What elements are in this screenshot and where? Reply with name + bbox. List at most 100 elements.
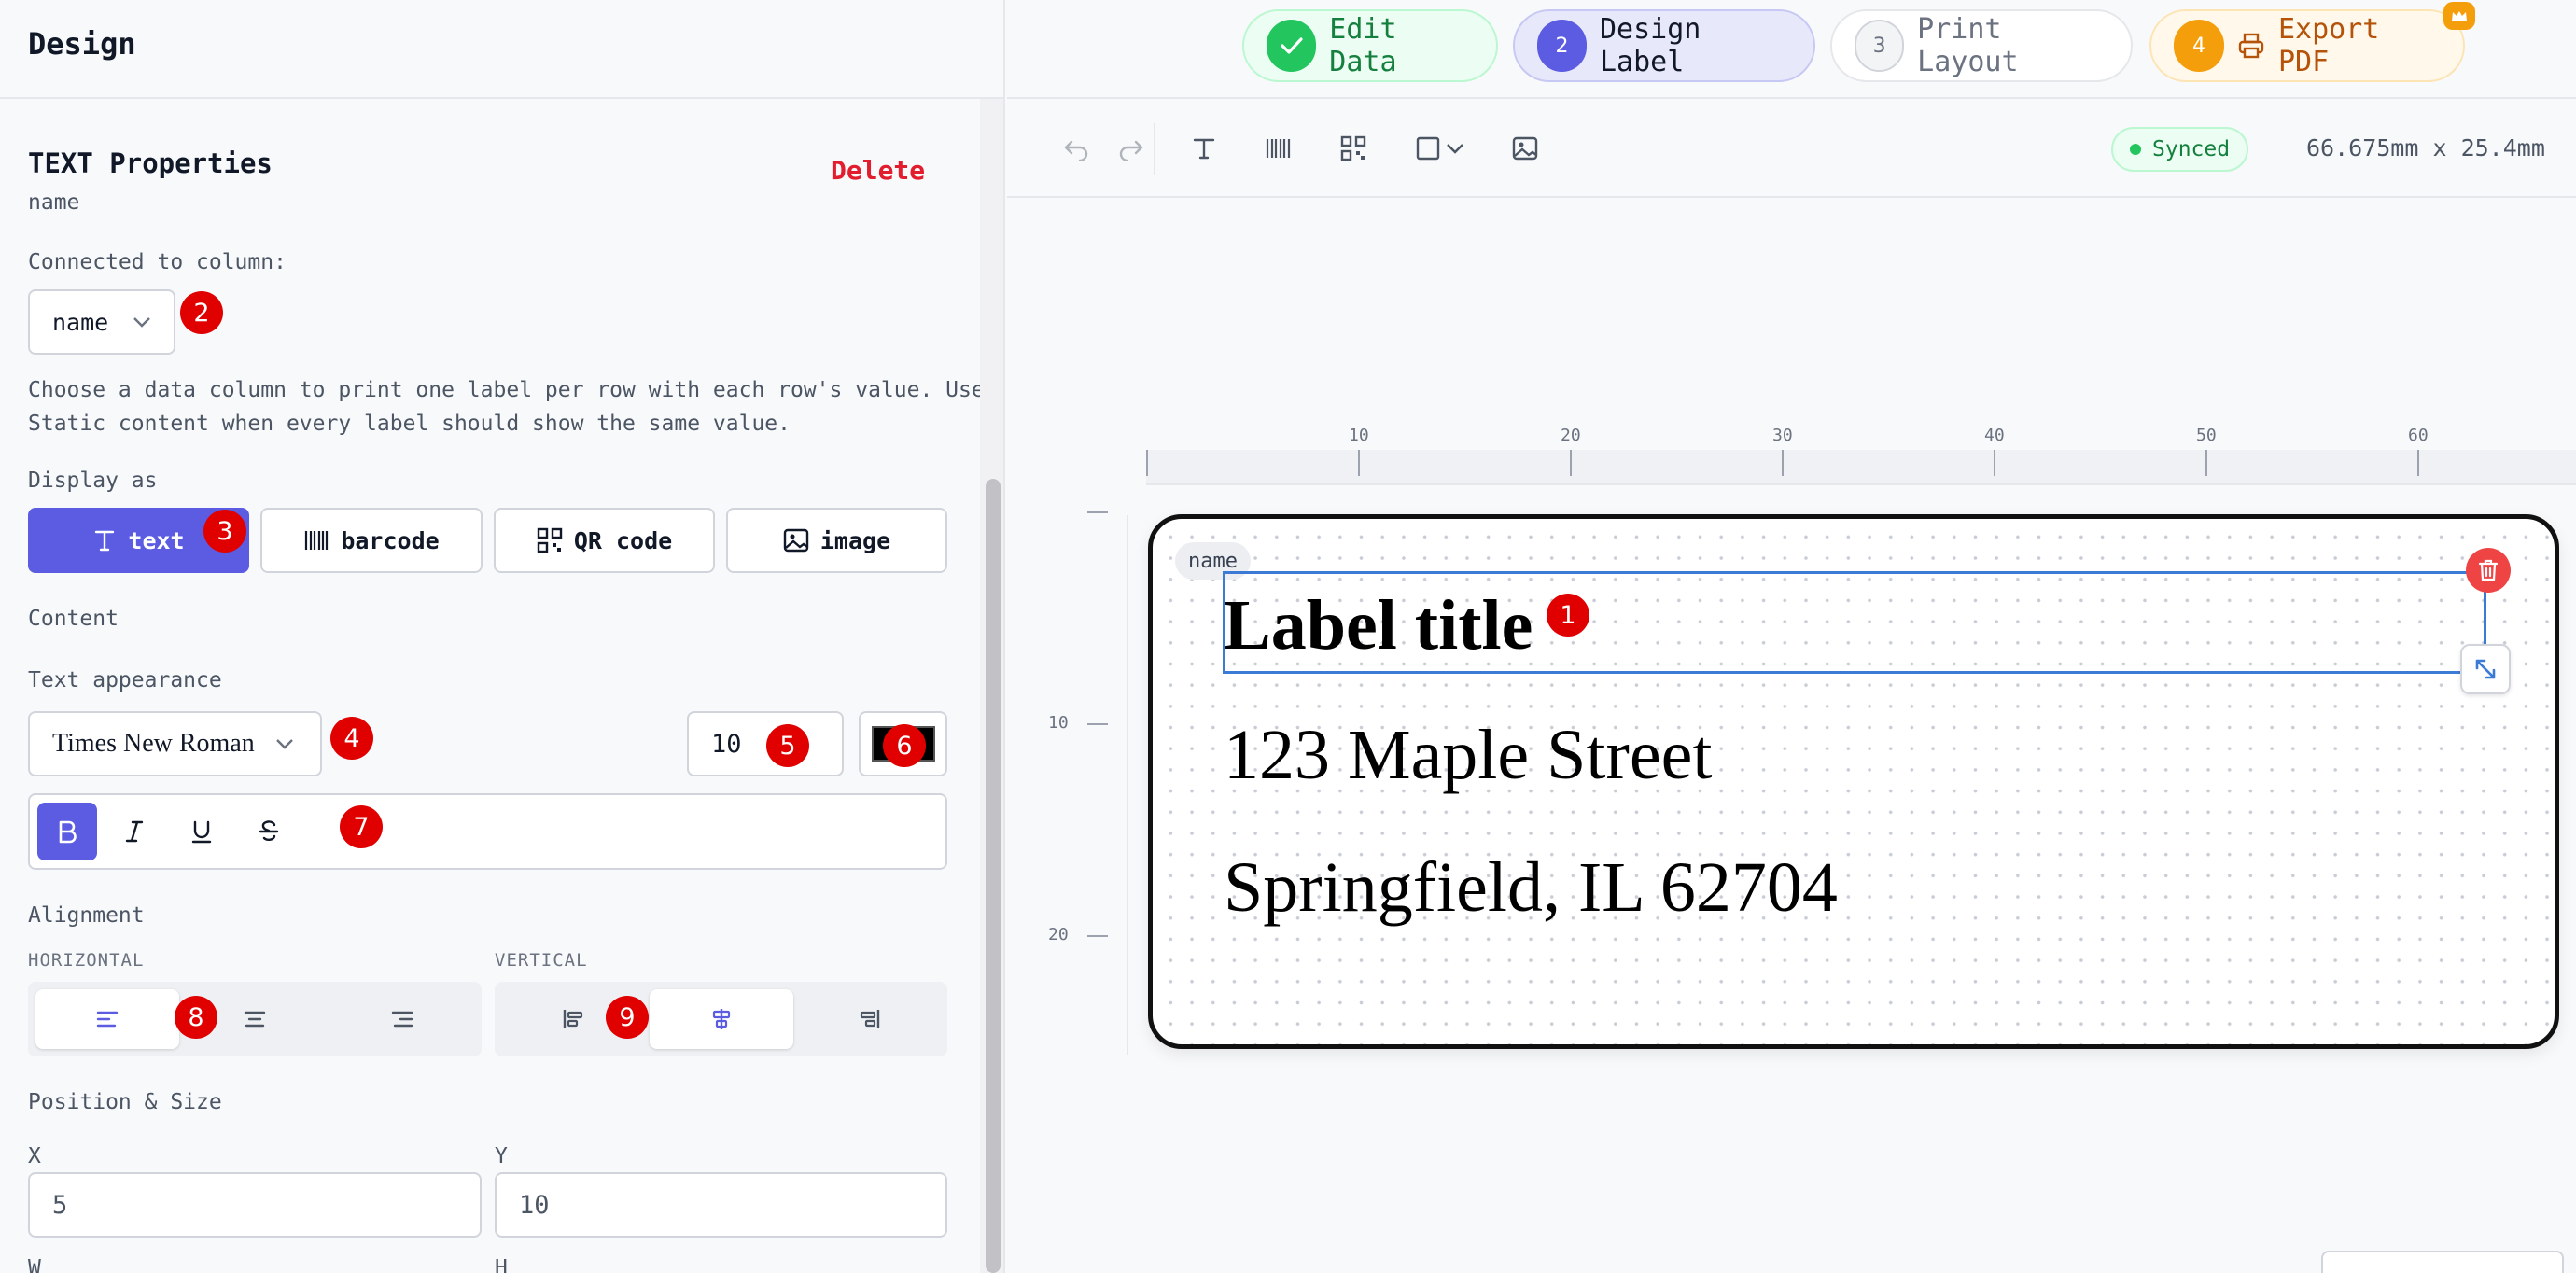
align-middle-icon: [709, 1007, 734, 1031]
column-select[interactable]: name: [28, 289, 175, 355]
step-design-label[interactable]: 2 Design Label: [1513, 9, 1815, 82]
ruler-tick: [1087, 723, 1108, 725]
h-label: H: [495, 1256, 508, 1273]
redo-icon[interactable]: [1112, 129, 1151, 168]
font-size-value: 10: [711, 729, 742, 759]
y-value: 10: [519, 1190, 550, 1220]
add-image-icon[interactable]: [1505, 129, 1545, 168]
x-label: X: [28, 1144, 41, 1168]
premium-crown-icon: [2443, 2, 2475, 30]
strikethrough-icon: [258, 819, 280, 844]
column-help-text: Choose a data column to print one label …: [28, 373, 985, 441]
label-line-city[interactable]: Springfield, IL 62704: [1224, 843, 1838, 932]
resize-handle[interactable]: [2460, 644, 2511, 694]
annotation-badge-4: 4: [330, 717, 373, 760]
connected-label: Connected to column:: [28, 250, 287, 274]
shape-menu-chevron-icon[interactable]: [1441, 129, 1469, 168]
step-edit-data-label: Edit Data: [1329, 13, 1397, 78]
bold-button[interactable]: [37, 803, 97, 860]
annotation-badge-2: 2: [180, 291, 223, 334]
chevron-down-icon: [275, 738, 294, 749]
undo-icon[interactable]: [1057, 129, 1096, 168]
italic-icon: [123, 819, 146, 844]
strikethrough-button[interactable]: [239, 803, 299, 860]
annotation-badge-9: 9: [606, 996, 649, 1039]
italic-button[interactable]: [105, 803, 164, 860]
zoom-panel[interactable]: [2321, 1251, 2564, 1273]
ruler-tick: [1358, 450, 1360, 476]
display-as-label: Display as: [28, 469, 158, 493]
toolbar-divider: [1154, 123, 1155, 175]
panel-title: Design: [28, 26, 136, 62]
column-select-value: name: [52, 308, 109, 336]
display-image-button[interactable]: image: [726, 508, 947, 573]
ruler-label-40: 40: [1984, 426, 2005, 445]
align-right-button[interactable]: [330, 989, 474, 1049]
add-text-icon[interactable]: [1184, 129, 1224, 168]
alignment-label: Alignment: [28, 903, 145, 928]
wizard-steps: Edit Data 2 Design Label 3 Print Layout …: [1007, 0, 2576, 99]
properties-title: TEXT Properties: [28, 147, 273, 179]
bold-icon: [56, 819, 78, 844]
label-line-street[interactable]: 123 Maple Street: [1224, 710, 1712, 800]
step-print-layout[interactable]: 3 Print Layout: [1830, 9, 2133, 82]
sync-dot-icon: [2130, 144, 2141, 155]
align-top-icon: [562, 1007, 586, 1031]
resize-diagonal-icon: [2473, 657, 2498, 681]
annotation-badge-1: 1: [1547, 594, 1589, 636]
ruler-tick: [1994, 450, 1995, 476]
display-image-label: image: [819, 526, 891, 554]
ruler-label-left-20: 20: [1048, 925, 1069, 944]
delete-button[interactable]: Delete: [831, 155, 925, 186]
top-ruler: [1146, 450, 2576, 485]
display-barcode-label: barcode: [341, 526, 440, 554]
display-barcode-button[interactable]: barcode: [260, 508, 483, 573]
align-left-icon: [95, 1009, 119, 1029]
add-barcode-icon[interactable]: [1259, 129, 1298, 168]
step-export-number: 4: [2174, 20, 2224, 72]
step-export-pdf-label: Export PDF: [2277, 13, 2380, 78]
sync-status-badge: Synced: [2111, 127, 2249, 172]
underline-button[interactable]: [172, 803, 231, 860]
font-size-input[interactable]: 10: [687, 711, 844, 776]
step-edit-data[interactable]: Edit Data: [1242, 9, 1498, 82]
font-family-select[interactable]: Times New Roman: [28, 711, 322, 776]
x-value: 5: [52, 1190, 68, 1220]
horizontal-align-group: [28, 982, 482, 1056]
design-workspace: Edit Data 2 Design Label 3 Print Layout …: [1007, 0, 2576, 1273]
align-left-button[interactable]: [35, 989, 179, 1049]
align-center-icon: [243, 1009, 267, 1029]
scrollbar-thumb[interactable]: [986, 479, 1001, 1273]
ruler-tick: [1146, 450, 1148, 476]
ruler-tick: [1570, 450, 1572, 476]
ruler-tick: [2205, 450, 2207, 476]
y-input[interactable]: 10: [495, 1172, 947, 1238]
step-design-number: 2: [1537, 20, 1587, 72]
display-qr-label: QR code: [573, 526, 673, 554]
align-middle-button[interactable]: [650, 989, 793, 1049]
vertical-label: VERTICAL: [495, 950, 588, 971]
x-input[interactable]: 5: [28, 1172, 482, 1238]
ruler-label-20: 20: [1561, 426, 1581, 445]
printer-icon: [2237, 32, 2265, 60]
trash-icon: [2478, 559, 2499, 581]
vertical-align-group: [495, 982, 947, 1056]
step-print-layout-label: Print Layout: [1917, 13, 2019, 78]
position-size-label: Position & Size: [28, 1090, 222, 1114]
help-line-2: Static content when every label should s…: [28, 412, 791, 436]
align-bottom-button[interactable]: [797, 989, 941, 1049]
design-canvas[interactable]: 10 20 30 40 50 60 10 20 name Label title…: [1007, 198, 2576, 1273]
delete-element-button[interactable]: [2466, 548, 2511, 593]
step-design-label-text: Design Label: [1599, 13, 1701, 78]
display-qr-button[interactable]: QR code: [494, 508, 715, 573]
annotation-badge-5: 5: [766, 724, 809, 767]
annotation-badge-8: 8: [175, 996, 217, 1039]
panel-header: Design: [0, 0, 1003, 99]
label-dimensions: 66.675mm x 25.4mm: [2306, 134, 2545, 161]
add-qr-code-icon[interactable]: [1334, 129, 1373, 168]
ruler-label-50: 50: [2196, 426, 2217, 445]
annotation-badge-7: 7: [340, 805, 383, 848]
barcode-icon: [303, 528, 329, 553]
label-line-title[interactable]: Label title: [1224, 581, 1533, 670]
step-export-pdf[interactable]: 4 Export PDF: [2149, 9, 2465, 82]
